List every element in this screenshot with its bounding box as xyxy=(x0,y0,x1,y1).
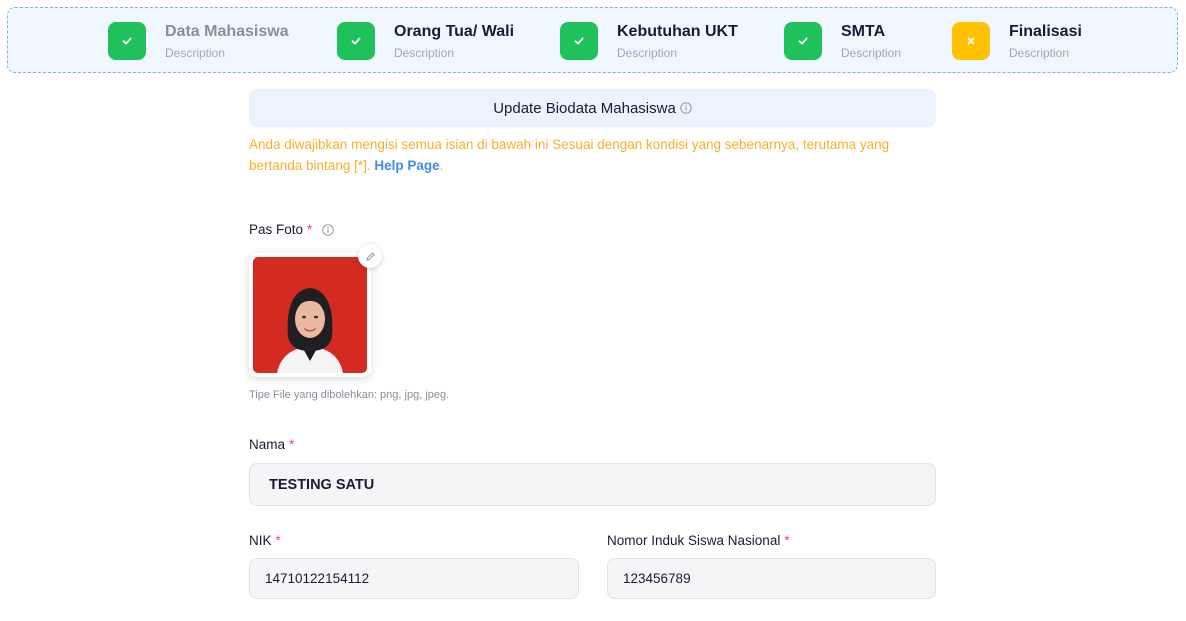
check-icon xyxy=(574,37,584,45)
pencil-icon xyxy=(365,251,375,261)
nama-input[interactable] xyxy=(249,463,936,506)
step-status-box xyxy=(952,22,990,60)
step-status-box xyxy=(108,22,146,60)
nik-input[interactable] xyxy=(249,558,579,599)
page-title-bar: Update Biodata Mahasiswa xyxy=(249,89,936,127)
step-status-box xyxy=(784,22,822,60)
step-description: Description xyxy=(617,45,678,60)
step-status-box xyxy=(560,22,598,60)
notice-text: Anda diwajibkan mengisi semua isian di b… xyxy=(249,137,890,173)
step-finalisasi[interactable]: Finalisasi Description xyxy=(952,20,1082,62)
step-title: Data Mahasiswa xyxy=(165,22,289,40)
help-page-link[interactable]: Help Page xyxy=(374,158,439,173)
profile-photo xyxy=(253,257,367,373)
step-data-mahasiswa[interactable]: Data Mahasiswa Description xyxy=(108,20,289,62)
step-title: Kebutuhan UKT xyxy=(617,22,738,40)
step-status-box xyxy=(337,22,375,60)
step-description: Description xyxy=(1009,45,1070,60)
stepper: Data Mahasiswa Description Orang Tua/ Wa… xyxy=(7,7,1178,73)
required-fields-notice: Anda diwajibkan mengisi semua isian di b… xyxy=(249,134,939,176)
step-orang-tua-wali[interactable]: Orang Tua/ Wali Description xyxy=(337,20,514,62)
required-mark: * xyxy=(275,533,281,548)
nisn-label-text: Nomor Induk Siswa Nasional xyxy=(607,533,781,548)
nik-label: NIK * xyxy=(249,533,281,548)
nisn-label: Nomor Induk Siswa Nasional * xyxy=(607,533,790,548)
photo-label: Pas Foto * xyxy=(249,222,334,237)
photo-preview xyxy=(249,253,371,377)
step-title: Finalisasi xyxy=(1009,22,1082,40)
nik-label-text: NIK xyxy=(249,533,272,548)
notice-end: . xyxy=(439,158,444,173)
step-title: SMTA xyxy=(841,22,886,40)
check-icon xyxy=(798,37,808,45)
nama-label-text: Nama xyxy=(249,437,286,452)
nama-label: Nama * xyxy=(249,437,294,452)
step-smta[interactable]: SMTA Description xyxy=(784,20,901,62)
step-title: Orang Tua/ Wali xyxy=(394,22,515,40)
check-icon xyxy=(351,37,361,45)
step-description: Description xyxy=(394,45,455,60)
required-mark: * xyxy=(307,222,313,237)
check-icon xyxy=(122,37,132,45)
nisn-input[interactable] xyxy=(607,558,936,599)
page-title: Update Biodata Mahasiswa xyxy=(493,99,676,117)
info-icon[interactable] xyxy=(322,223,334,236)
photo-file-type-hint: Tipe File yang dibolehkan: png, jpg, jpe… xyxy=(249,389,450,401)
step-description: Description xyxy=(841,45,902,60)
info-icon[interactable] xyxy=(680,102,692,114)
close-icon xyxy=(967,37,975,45)
edit-photo-button[interactable] xyxy=(358,244,382,268)
step-description: Description xyxy=(165,45,226,60)
required-mark: * xyxy=(289,437,295,452)
photo-label-text: Pas Foto xyxy=(249,222,304,237)
step-kebutuhan-ukt[interactable]: Kebutuhan UKT Description xyxy=(560,20,738,62)
required-mark: * xyxy=(784,533,790,548)
